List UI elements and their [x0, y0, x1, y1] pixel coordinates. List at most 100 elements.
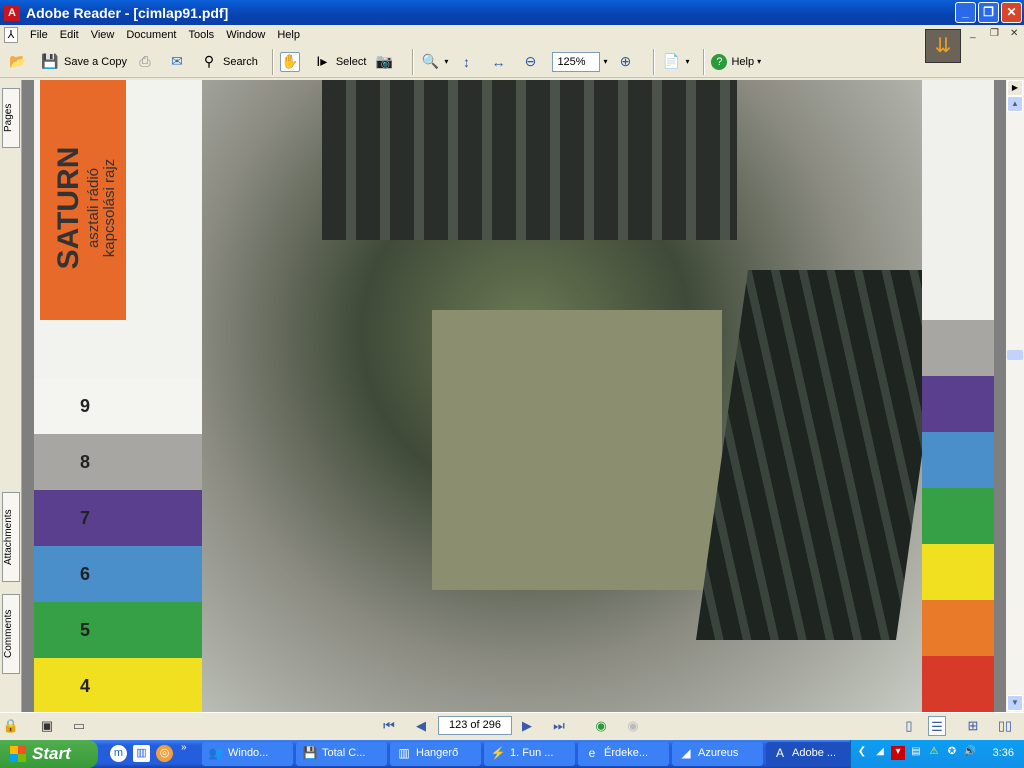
panel-toggle-icon[interactable]: ▶: [1007, 80, 1023, 96]
last-page-button[interactable]: ⏭: [550, 716, 568, 736]
color-band-9: 9: [34, 378, 204, 434]
doc-restore-button[interactable]: ❐: [990, 28, 999, 39]
zoom-dropdown-icon[interactable]: ▾: [603, 57, 607, 66]
rotate-page-icon[interactable]: 📄: [661, 52, 681, 72]
vertical-scrollbar[interactable]: ▶ ▲ ▼: [1006, 80, 1024, 712]
fit-width-icon[interactable]: ↔: [488, 52, 508, 72]
right-color-band: [922, 544, 994, 600]
heatsink-image-2: [695, 270, 949, 640]
page-layout-icon[interactable]: ▭: [70, 716, 88, 736]
pdf-document-icon[interactable]: ⅄: [4, 27, 18, 43]
print-icon[interactable]: ⎙: [135, 52, 155, 72]
doc-close-button[interactable]: ✕: [1010, 28, 1018, 39]
adobe-reader-icon: A: [4, 4, 20, 21]
volume-icon[interactable]: 🔊: [963, 746, 977, 760]
ie-icon: e: [588, 746, 596, 760]
doc-subtitle-2: kapcsolási rajz: [101, 158, 118, 258]
hand-tool-icon[interactable]: ✋: [279, 51, 300, 72]
first-page-button[interactable]: ⏮: [380, 716, 398, 736]
chevron-down-icon[interactable]: ▾: [685, 57, 689, 66]
navigation-panel: Pages Attachments Comments: [0, 80, 22, 712]
facing-icon[interactable]: ⊞: [964, 716, 982, 736]
go-back-button[interactable]: ◉: [592, 716, 610, 736]
taskbar-button[interactable]: e Érdeke...: [578, 742, 669, 766]
total-commander-quick-icon[interactable]: ▥: [133, 745, 150, 762]
snapshot-icon[interactable]: 📷: [374, 52, 394, 72]
zoom-in-tool-icon[interactable]: 🔍: [420, 52, 440, 72]
taskbar-button[interactable]: 💾 Total C...: [296, 742, 387, 766]
right-color-band: [922, 432, 994, 488]
start-button[interactable]: Start: [0, 740, 98, 768]
right-color-band: [922, 488, 994, 544]
zoom-in-icon[interactable]: ⊕: [615, 52, 635, 72]
security-alert-icon[interactable]: ⚠: [927, 746, 941, 760]
antivirus-icon[interactable]: ✪: [945, 746, 959, 760]
chevron-down-icon[interactable]: ▾: [444, 57, 448, 66]
adobe-tray-icon[interactable]: ▾: [891, 746, 905, 760]
menu-view[interactable]: View: [91, 29, 115, 41]
maxthon-icon[interactable]: m: [110, 745, 127, 762]
single-page-icon[interactable]: ▯: [900, 716, 918, 736]
select-tool-button[interactable]: I▸ Select: [312, 52, 366, 72]
go-forward-button[interactable]: ◉: [624, 716, 642, 736]
zoom-out-icon[interactable]: ⊖: [520, 52, 540, 72]
quicklaunch-more-icon[interactable]: »: [181, 742, 187, 753]
title-box: SATURN asztali rádió kapcsolási rajz: [40, 80, 126, 320]
security-lock-icon[interactable]: 🔒: [2, 716, 20, 736]
help-button[interactable]: ? Help ▾: [711, 53, 761, 70]
fit-page-icon[interactable]: ↕: [456, 52, 476, 72]
menu-file[interactable]: File: [30, 29, 48, 41]
menu-document[interactable]: Document: [126, 29, 176, 41]
menu-window[interactable]: Window: [226, 29, 265, 41]
continuous-facing-icon[interactable]: ▯▯: [996, 716, 1014, 736]
taskbar-button[interactable]: ⚡ 1. Fun ...: [484, 742, 575, 766]
taskbar-button-label: Azureus: [698, 747, 739, 759]
network-icon[interactable]: ▤: [909, 746, 923, 760]
scroll-thumb[interactable]: [1007, 350, 1023, 360]
winamp-icon: ⚡: [490, 746, 506, 760]
maximize-button[interactable]: ❐: [978, 2, 999, 23]
toolbar: 📂 💾 Save a Copy ⎙ ✉ ⚲ Search ✋ I▸ Select 📷 …: [0, 46, 1024, 78]
open-folder-icon[interactable]: 📂: [8, 52, 28, 72]
adobe-icon: A: [775, 746, 784, 760]
doc-subtitle-1: asztali rádió: [85, 167, 102, 249]
continuous-icon[interactable]: ☰: [928, 716, 946, 736]
tab-comments[interactable]: Comments: [2, 594, 20, 674]
monitor-icon[interactable]: ▣: [38, 716, 56, 736]
next-page-button[interactable]: ▶: [518, 716, 536, 736]
menu-bar: ⅄ File Edit View Document Tools Window H…: [0, 25, 1024, 45]
color-band-4: 4: [34, 658, 204, 712]
pdf-page: SATURN asztali rádió kapcsolási rajz 9 8…: [34, 80, 994, 712]
menu-edit[interactable]: Edit: [60, 29, 79, 41]
text-select-icon: I▸: [316, 53, 328, 69]
taskbar-button[interactable]: 👥 Windo...: [202, 742, 293, 766]
minimize-button[interactable]: _: [955, 2, 976, 23]
scroll-up-button[interactable]: ▲: [1007, 96, 1023, 112]
close-button[interactable]: ✕: [1001, 2, 1022, 23]
menu-help[interactable]: Help: [277, 29, 300, 41]
cover-right-strip: [922, 80, 994, 712]
document-view[interactable]: SATURN asztali rádió kapcsolási rajz 9 8…: [22, 80, 1006, 712]
save-copy-button[interactable]: 💾 Save a Copy: [40, 52, 127, 72]
previous-page-button[interactable]: ◀: [412, 716, 430, 736]
menu-tools[interactable]: Tools: [189, 29, 215, 41]
page-number-field[interactable]: 123 of 296: [438, 716, 512, 735]
taskbar-button-label: 1. Fun ...: [510, 747, 554, 759]
tray-expand-icon[interactable]: ❮: [855, 746, 869, 760]
azureus-tray-icon[interactable]: ◢: [873, 746, 887, 760]
tab-pages[interactable]: Pages: [2, 88, 20, 148]
scroll-down-button[interactable]: ▼: [1007, 695, 1023, 711]
tab-attachments[interactable]: Attachments: [2, 492, 20, 582]
search-label: Search: [222, 55, 258, 68]
zoom-field[interactable]: 125%: [552, 51, 601, 72]
taskbar-button[interactable]: ◢ Azureus: [672, 742, 763, 766]
doc-minimize-button[interactable]: _: [970, 28, 976, 39]
taskbar-button[interactable]: A Adobe ...: [766, 742, 857, 766]
heatsink-image: [322, 80, 737, 240]
taskbar-button[interactable]: ▥ Hangerő: [390, 742, 481, 766]
right-color-band: [922, 376, 994, 432]
media-icon[interactable]: ◎: [156, 745, 173, 762]
email-icon[interactable]: ✉: [167, 52, 187, 72]
search-button[interactable]: ⚲ Search: [199, 52, 258, 72]
floppy-icon: 💾: [302, 746, 318, 760]
